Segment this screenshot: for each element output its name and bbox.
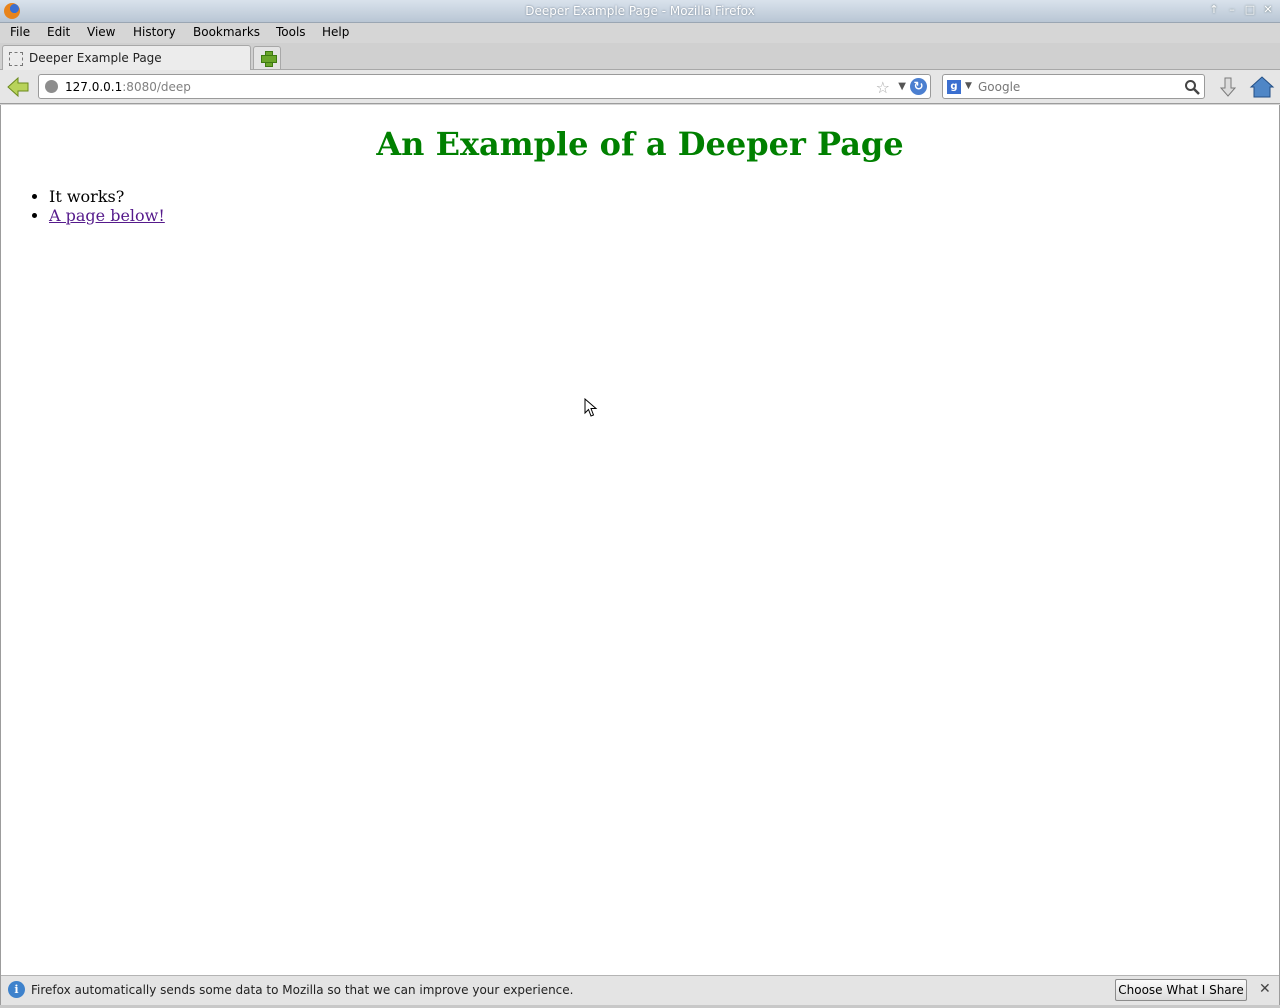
engine-dropdown-icon[interactable]: ▼ [965, 81, 972, 91]
close-icon[interactable]: ✕ [1259, 981, 1271, 997]
google-engine-icon[interactable]: g [947, 80, 961, 94]
list-item: It works? [49, 187, 165, 206]
window-controls: ↑ – □ ✕ [1208, 3, 1274, 17]
window-title: Deeper Example Page - Mozilla Firefox [525, 4, 755, 18]
menu-tools[interactable]: Tools [276, 25, 306, 39]
navigation-toolbar: 127.0.0.1:8080/deep ☆ ▼ ↻ g ▼ [0, 70, 1280, 104]
keep-above-button[interactable]: ↑ [1208, 3, 1220, 17]
back-button[interactable] [6, 75, 30, 99]
new-tab-button[interactable] [253, 46, 281, 69]
page-heading: An Example of a Deeper Page [376, 125, 904, 163]
tab-deeper-example-page[interactable]: Deeper Example Page [2, 45, 251, 71]
menu-file[interactable]: File [10, 25, 30, 39]
page-list: It works? A page below! [49, 187, 165, 225]
mouse-cursor-icon [584, 398, 598, 417]
back-arrow-icon [7, 76, 29, 98]
list-item: A page below! [49, 206, 165, 225]
window-titlebar: Deeper Example Page - Mozilla Firefox ↑ … [0, 0, 1280, 23]
notification-bar: i Firefox automatically sends some data … [1, 975, 1279, 1005]
window-border-left [0, 105, 1, 1005]
menu-edit[interactable]: Edit [47, 25, 70, 39]
menu-view[interactable]: View [87, 25, 115, 39]
bookmark-star-icon[interactable]: ☆ [876, 78, 890, 97]
notification-message: Firefox automatically sends some data to… [31, 983, 574, 997]
downloads-button[interactable] [1216, 75, 1240, 99]
home-button[interactable] [1249, 74, 1275, 100]
menu-bookmarks[interactable]: Bookmarks [193, 25, 260, 39]
home-icon [1249, 76, 1275, 98]
url-history-dropdown-icon[interactable]: ▼ [898, 81, 906, 92]
close-window-button[interactable]: ✕ [1262, 3, 1274, 17]
download-arrow-icon [1219, 77, 1237, 97]
search-bar: g ▼ [942, 74, 1205, 99]
reload-icon[interactable]: ↻ [910, 78, 927, 95]
choose-what-i-share-button[interactable]: Choose What I Share [1115, 979, 1247, 1001]
plus-icon [261, 51, 277, 67]
menu-help[interactable]: Help [322, 25, 349, 39]
search-input[interactable] [978, 78, 1178, 95]
page-content: An Example of a Deeper Page It works? A … [1, 105, 1279, 975]
tab-label: Deeper Example Page [29, 51, 162, 65]
menu-bar: File Edit View History Bookmarks Tools H… [0, 23, 1280, 43]
search-icon[interactable] [1184, 79, 1200, 95]
url-bar[interactable]: 127.0.0.1:8080/deep ☆ ▼ ↻ [38, 74, 931, 99]
page-below-link[interactable]: A page below! [49, 206, 165, 225]
info-icon: i [8, 981, 25, 998]
globe-icon [45, 80, 58, 93]
blank-page-icon [9, 52, 23, 66]
tab-strip: Deeper Example Page [0, 43, 1280, 71]
minimize-button[interactable]: – [1226, 3, 1238, 17]
menu-history[interactable]: History [133, 25, 176, 39]
maximize-button[interactable]: □ [1244, 3, 1256, 17]
url-text[interactable]: 127.0.0.1:8080/deep [65, 80, 191, 94]
